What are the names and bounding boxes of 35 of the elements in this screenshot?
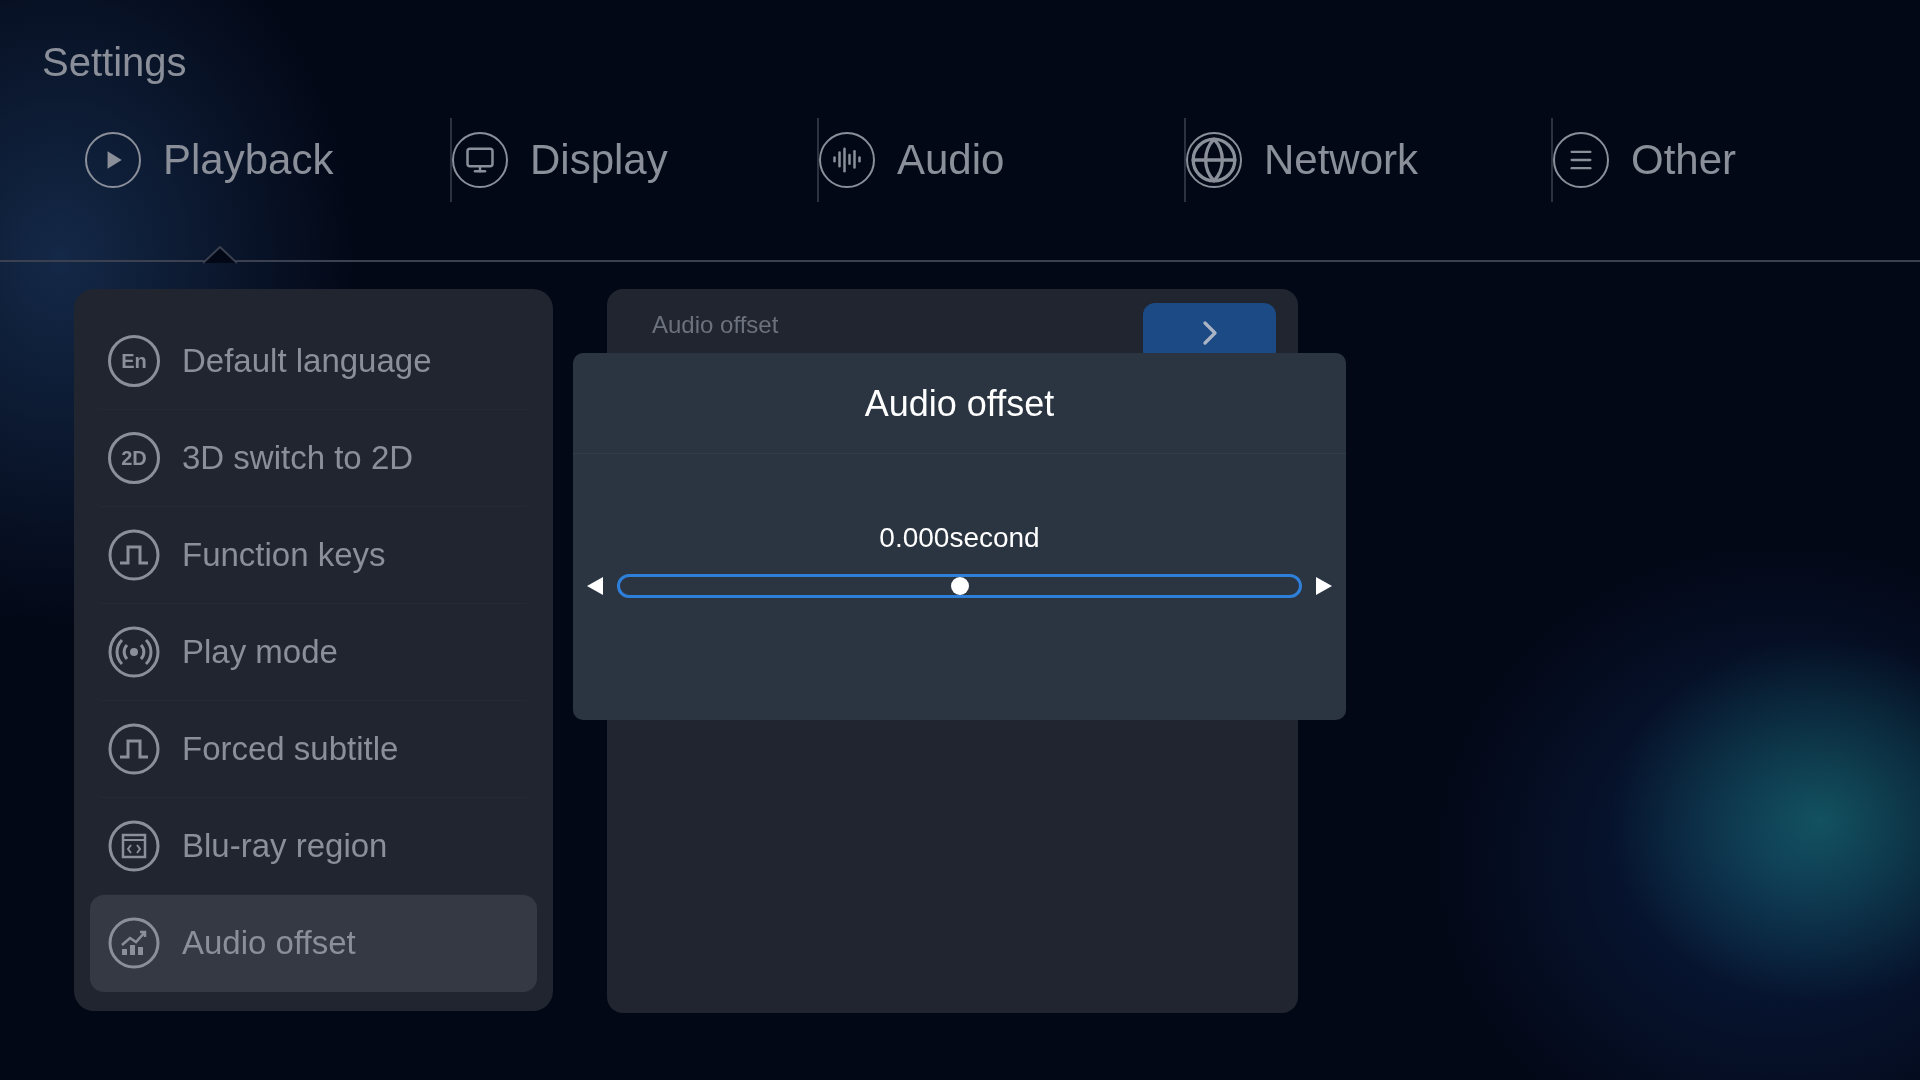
menu-item[interactable]: 2D 3D switch to 2D (90, 410, 537, 507)
menu-item-label: Default language (182, 342, 432, 380)
offset-reading: 0.000second (879, 522, 1040, 554)
tab[interactable]: Playback (85, 118, 452, 202)
left-arrow-icon[interactable] (587, 577, 603, 595)
dialog-title: Audio offset (864, 383, 1055, 425)
menu-item[interactable]: Forced subtitle (90, 701, 537, 798)
right-arrow-icon[interactable] (1316, 577, 1332, 595)
slider-track[interactable] (617, 574, 1302, 598)
menu-item-label: Play mode (182, 633, 338, 671)
menu-item-label: 3D switch to 2D (182, 439, 414, 477)
menu-item-label: Function keys (182, 536, 386, 574)
menu-item[interactable]: En Default language (90, 313, 537, 410)
menu-item-label: Blu-ray region (182, 827, 388, 865)
detail-title: Audio offset (652, 311, 779, 339)
chart-icon (108, 917, 160, 969)
pulse-icon (108, 723, 160, 775)
monitor-icon (465, 145, 495, 175)
tab[interactable]: Display (452, 118, 819, 202)
pulse-icon (108, 529, 160, 581)
sound-wave-icon (832, 145, 862, 175)
tab[interactable]: Network (1186, 118, 1553, 202)
menu-item-label: Forced subtitle (182, 730, 399, 768)
menu-item[interactable]: Audio offset (90, 895, 537, 992)
page-title: Settings (41, 39, 187, 86)
tab[interactable]: Audio (819, 118, 1186, 202)
signal-icon (108, 626, 160, 678)
slider-thumb[interactable] (950, 577, 969, 595)
badge-icon: 2D (108, 432, 160, 484)
menu-item[interactable]: Play mode (90, 604, 537, 701)
badge-icon: En (108, 335, 160, 387)
menu-item[interactable]: Function keys (90, 507, 537, 604)
tab[interactable]: Other (1553, 118, 1920, 202)
menu-item-label: Audio offset (182, 924, 356, 962)
code-window-icon (108, 820, 160, 872)
